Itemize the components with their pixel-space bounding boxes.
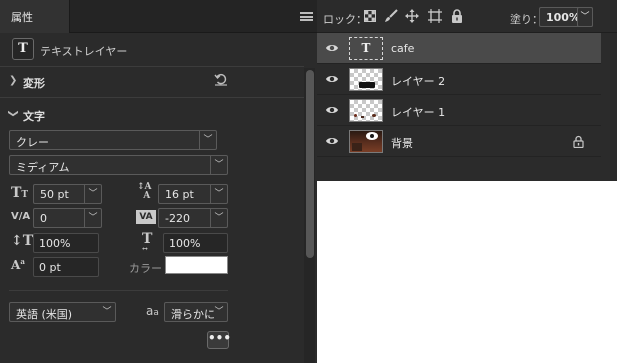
lock-transparent-pixels-icon[interactable]: [364, 10, 376, 22]
chevron-down-icon: ﹀: [199, 131, 216, 149]
lock-label: ロック：: [323, 13, 367, 26]
lock-position-icon[interactable]: [405, 9, 419, 23]
font-size-value: 50 pt: [40, 188, 69, 201]
anti-alias-icon: aa: [146, 304, 159, 318]
panel-menu-icon[interactable]: [300, 12, 313, 21]
tab-properties[interactable]: 属性: [0, 0, 70, 33]
properties-tab-bar: 属性: [0, 0, 317, 33]
layer-row-background[interactable]: 背景: [317, 126, 601, 157]
lock-icon: [573, 135, 584, 148]
vertical-scale-icon: ↕T: [11, 233, 34, 249]
layer-row-layer2[interactable]: レイヤー 2: [317, 64, 601, 95]
chevron-down-icon: ﹀: [210, 209, 227, 227]
font-family-dropdown[interactable]: クレー ﹀: [9, 130, 217, 150]
leading-icon: ↕A A: [137, 182, 152, 201]
background-thumbnail: [349, 130, 383, 153]
layer-type-label: テキストレイヤー: [40, 45, 128, 58]
baseline-shift-input[interactable]: 0 pt: [33, 257, 99, 277]
leading-input[interactable]: 16 pt ﹀: [158, 184, 228, 204]
reset-icon[interactable]: [214, 72, 228, 86]
layer-thumbnail: [349, 68, 383, 91]
chevron-right-icon[interactable]: ❯: [9, 75, 17, 86]
font-family-value: クレー: [16, 136, 49, 149]
properties-panel: 属性 T テキストレイヤー ❯ 変形 ❯ 文字 クレー ﹀ ミディアム ﹀ TT…: [0, 0, 317, 363]
tracking-value: -220: [165, 212, 190, 225]
section-character-label[interactable]: 文字: [23, 108, 45, 124]
layers-panel: ロック： 塗り： 100% ﹀ T cafe レイヤー 2 レイヤー 1 背景: [317, 0, 617, 181]
anti-alias-dropdown[interactable]: 滑らかに ﹀: [164, 302, 228, 322]
leading-value: 16 pt: [165, 188, 194, 201]
divider: [0, 66, 304, 67]
chevron-down-icon: ﹀: [102, 307, 112, 317]
vertical-scale-input[interactable]: 100%: [33, 233, 99, 253]
baseline-shift-icon: Aa: [11, 257, 25, 272]
more-options-button[interactable]: •••: [207, 331, 231, 349]
lock-image-pixels-icon[interactable]: [384, 9, 398, 23]
eye-icon[interactable]: [325, 73, 339, 85]
tracking-icon: VA: [136, 210, 156, 224]
language-value: 英語 (米国): [16, 308, 73, 321]
chevron-down-icon: ﹀: [84, 209, 101, 227]
eye-icon[interactable]: [325, 104, 339, 116]
eye-icon[interactable]: [325, 42, 339, 54]
lock-bar: ロック： 塗り： 100% ﹀: [317, 0, 617, 33]
divider: [0, 97, 304, 98]
text-layer-thumbnail: T: [349, 37, 383, 60]
chevron-down-icon: ﹀: [84, 185, 101, 203]
anti-alias-value: 滑らかに: [171, 308, 215, 321]
fill-value: 100%: [546, 11, 580, 24]
chevron-down-icon: ﹀: [210, 156, 227, 174]
layer-name[interactable]: レイヤー 1: [391, 104, 445, 120]
kerning-input[interactable]: 0 ﹀: [33, 208, 102, 228]
font-style-dropdown[interactable]: ミディアム ﹀: [9, 155, 228, 175]
tracking-input[interactable]: -220 ﹀: [158, 208, 228, 228]
layer-row-cafe[interactable]: T cafe: [317, 33, 601, 64]
anti-alias-icon-sub: a: [153, 308, 159, 318]
text-layer-icon: T: [12, 38, 34, 60]
section-transform-label[interactable]: 変形: [23, 75, 45, 91]
layer-name[interactable]: レイヤー 2: [391, 73, 445, 89]
color-label: カラー: [129, 262, 162, 275]
horizontal-scale-icon: T ↔: [142, 231, 153, 253]
divider: [9, 290, 228, 291]
layer-row-layer1[interactable]: レイヤー 1: [317, 95, 601, 126]
language-dropdown[interactable]: 英語 (米国) ﹀: [9, 302, 116, 322]
text-color-swatch[interactable]: [165, 256, 228, 274]
lock-all-icon[interactable]: [451, 9, 463, 23]
layer-thumbnail: [349, 99, 383, 122]
fill-dropdown-button[interactable]: ﹀: [577, 7, 593, 27]
lock-artboard-icon[interactable]: [428, 9, 442, 23]
chevron-down-icon[interactable]: ❯: [8, 109, 19, 117]
font-size-input[interactable]: 50 pt ﹀: [33, 184, 102, 204]
kerning-value: 0: [40, 212, 47, 225]
eye-icon[interactable]: [325, 135, 339, 147]
font-size-icon: TT: [11, 185, 29, 201]
layer-name[interactable]: cafe: [391, 42, 414, 55]
chevron-down-icon: ﹀: [210, 185, 227, 203]
font-style-value: ミディアム: [16, 161, 70, 174]
horizontal-scale-input[interactable]: 100%: [163, 233, 228, 253]
layer-name[interactable]: 背景: [391, 135, 413, 151]
scrollbar-thumb[interactable]: [306, 70, 314, 258]
chevron-down-icon: ﹀: [214, 307, 224, 317]
kerning-icon: V/A: [11, 211, 31, 222]
